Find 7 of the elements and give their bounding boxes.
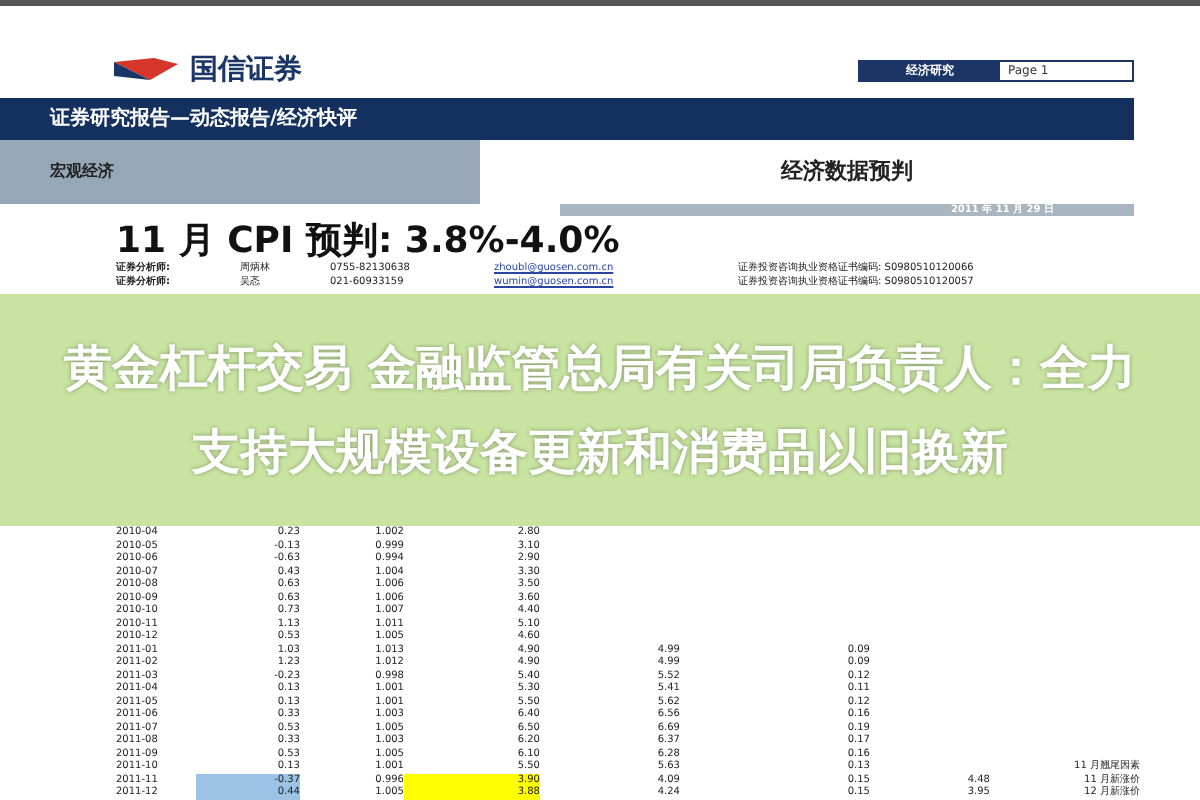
report-banner: 证券研究报告—动态报告/经济快评	[0, 98, 1134, 140]
brand-name: 国信证券	[190, 52, 302, 88]
headline: 黄金杠杆交易 金融监管总局有关司局负责人：全力支持大规模设备更新和消费品以旧换新	[61, 338, 1139, 484]
logo-icon	[110, 56, 182, 84]
topic-title: 经济数据预判	[778, 156, 915, 188]
category-label: 宏观经济	[0, 140, 480, 204]
report-title: 11 月 CPI 预判: 3.8%-4.0%	[116, 222, 622, 262]
